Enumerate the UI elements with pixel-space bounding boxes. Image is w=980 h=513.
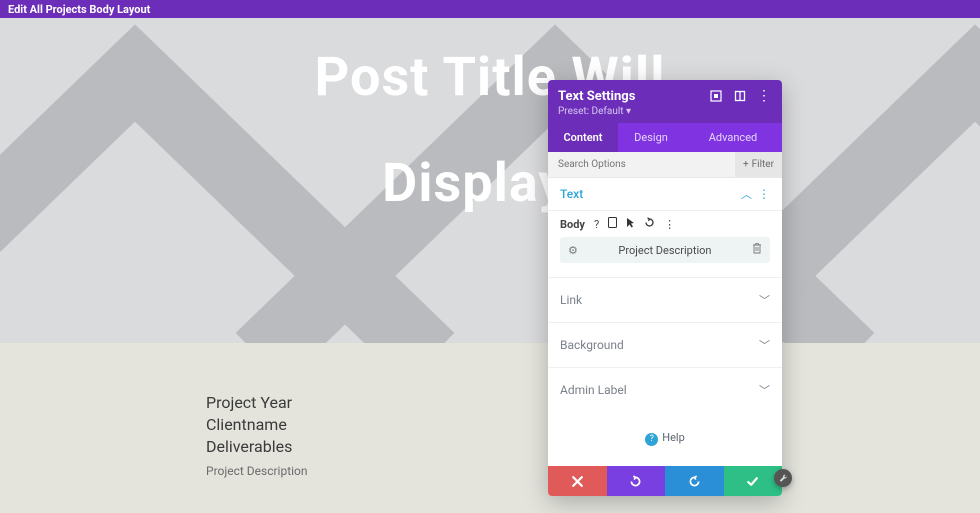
filter-label: Filter [752,159,774,170]
chevron-up-icon: ︿ [741,186,752,202]
floating-action-button[interactable] [774,469,792,487]
cursor-icon[interactable] [626,217,635,231]
tablet-icon[interactable] [608,217,617,231]
body-label: Body [560,218,585,231]
trash-icon[interactable] [752,243,762,257]
section-link: Link ﹀ [548,277,782,322]
tab-content[interactable]: Content [548,123,618,152]
meta-description: Project Description [206,464,308,478]
help-badge-icon: ? [645,433,658,446]
expand-icon[interactable] [732,88,748,104]
section-admin-label-header[interactable]: Admin Label ﹀ [560,382,770,398]
panel-header[interactable]: Text Settings ⋮ Preset: Default ▾ [548,80,782,123]
hero-area: Post Title Will Display I [0,18,980,343]
text-content-field[interactable]: ⚙ Project Description [560,237,770,263]
top-bar: Edit All Projects Body Layout [0,0,980,18]
section-text-label: Text [560,187,741,201]
search-row: + Filter [548,152,782,178]
panel-title: Text Settings [558,89,700,104]
meta-deliverables: Deliverables [206,436,308,458]
tab-design[interactable]: Design [618,123,684,152]
kebab-icon[interactable]: ⋮ [756,88,772,104]
chevron-down-icon: ﹀ [759,292,770,308]
text-content-value: Project Description [578,244,752,257]
section-link-label: Link [560,293,759,307]
help-button[interactable]: ? Help [645,431,685,444]
help-icon[interactable]: ? [594,218,599,231]
hero-title-line1: Post Title Will [0,46,980,109]
section-text: Text ︿ ⋮ [548,178,782,211]
confirm-button[interactable] [724,466,783,496]
cancel-button[interactable] [548,466,607,496]
section-background-label: Background [560,338,759,352]
text-toolbar: Body ? ⋮ [560,217,770,231]
section-admin-label-label: Admin Label [560,383,759,397]
hero-title-line2: Display I [0,152,980,215]
section-kebab-icon[interactable]: ⋮ [758,187,770,201]
panel-footer [548,466,782,496]
section-text-header[interactable]: Text ︿ ⋮ [560,186,770,202]
chevron-down-icon: ﹀ [759,337,770,353]
undo-button[interactable] [607,466,666,496]
section-admin-label: Admin Label ﹀ [548,367,782,412]
more-icon[interactable]: ⋮ [664,218,675,231]
preset-label[interactable]: Preset: Default ▾ [558,106,772,117]
settings-panel: Text Settings ⋮ Preset: Default ▾ Conten… [548,80,782,496]
search-input[interactable] [548,152,735,177]
section-background-header[interactable]: Background ﹀ [560,337,770,353]
meta-client: Clientname [206,414,308,436]
section-background: Background ﹀ [548,322,782,367]
help-zone: ? Help [548,412,782,466]
wrench-icon [779,474,788,483]
top-bar-title: Edit All Projects Body Layout [8,3,150,16]
section-link-header[interactable]: Link ﹀ [560,292,770,308]
plus-icon: + [743,159,749,170]
undo-icon[interactable] [644,217,655,231]
redo-button[interactable] [665,466,724,496]
project-meta: Project Year Clientname Deliverables Pro… [206,392,308,478]
tab-advanced[interactable]: Advanced [684,123,782,152]
filter-button[interactable]: + Filter [735,152,782,177]
gear-icon[interactable]: ⚙ [568,244,578,257]
meta-year: Project Year [206,392,308,414]
chevron-down-icon: ﹀ [759,382,770,398]
snap-icon[interactable] [708,88,724,104]
panel-tabs: Content Design Advanced [548,123,782,152]
help-label: Help [662,431,685,444]
text-section-body: Body ? ⋮ ⚙ Project Description [548,211,782,277]
